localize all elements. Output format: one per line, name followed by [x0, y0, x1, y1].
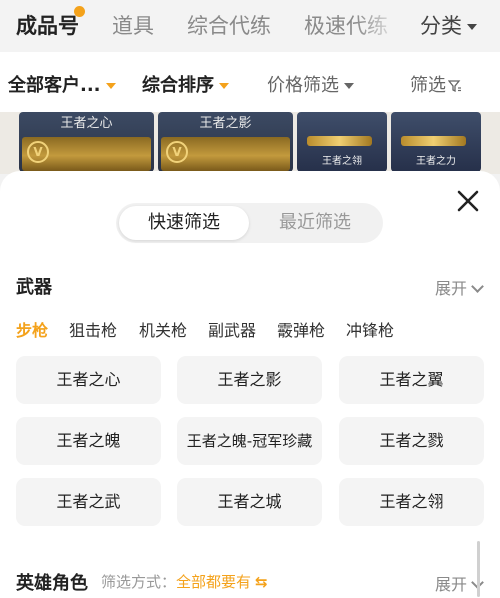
listing-card[interactable]: 王者之力 [391, 112, 481, 172]
tab-finished-accounts[interactable]: 成品号 [16, 10, 79, 40]
sort-dropdown[interactable]: 综合排序 [142, 71, 229, 97]
close-icon[interactable] [455, 188, 481, 214]
v-badge-icon: V [27, 141, 49, 163]
gun-name: 王者之翎 [322, 156, 362, 167]
weapon-category-rifle[interactable]: 步枪 [16, 317, 48, 341]
weapons-expand-button[interactable]: 展开 [435, 275, 484, 299]
card-title: 王者之心 [60, 116, 113, 131]
chevron-down-icon [471, 280, 484, 293]
scrollbar[interactable] [477, 541, 480, 597]
chevron-down-icon [105, 83, 116, 89]
filter-sheet: 快速筛选 最近筛选 武器 展开 步枪 狙击枪 机关枪 副武器 霰弹枪 冲锋枪 王… [0, 171, 500, 598]
listing-card[interactable]: 王者之心 V [19, 112, 154, 172]
weapon-chip[interactable]: 王者之武 [16, 478, 161, 526]
listing-strip: 王者之心 V 王者之影 V 王者之翎 王者之力 [0, 112, 500, 174]
weapon-category-secondary[interactable]: 副武器 [208, 317, 256, 341]
rifle-icon [307, 136, 372, 146]
filter-mode-toggle: 快速筛选 最近筛选 [116, 203, 383, 243]
chevron-down-icon [467, 24, 477, 30]
weapon-category-machine-gun[interactable]: 机关枪 [139, 317, 187, 341]
heroes-section-header: 英雄角色 筛选方式：全部都要有 ⇆ 展开 [0, 567, 500, 597]
heroes-section-title: 英雄角色 [16, 573, 88, 594]
weapon-chip[interactable]: 王者之翼 [339, 356, 484, 404]
swap-icon: ⇆ [255, 573, 268, 591]
filter-button[interactable]: 筛选 [410, 71, 462, 97]
weapon-chip[interactable]: 王者之魄 [16, 417, 161, 465]
tab-items[interactable]: 道具 [112, 10, 154, 40]
weapon-chip[interactable]: 王者之魄-冠军珍藏 [177, 417, 322, 465]
chevron-down-icon [344, 83, 354, 89]
weapon-chip[interactable]: 王者之戮 [339, 417, 484, 465]
filter-bar: 全部客户... 综合排序 价格筛选 筛选 [0, 52, 500, 112]
listing-card[interactable]: 王者之翎 [297, 112, 387, 172]
weapon-category-sniper[interactable]: 狙击枪 [69, 317, 117, 341]
heroes-expand-button[interactable]: 展开 [435, 571, 484, 595]
notification-dot [74, 6, 85, 17]
price-filter[interactable]: 价格筛选 [267, 71, 354, 97]
top-category-tabs: 成品号 道具 综合代练 极速代练 分类 [0, 0, 500, 52]
weapon-chip[interactable]: 王者之心 [16, 356, 161, 404]
chevron-down-icon [219, 83, 229, 89]
card-title: 王者之影 [199, 116, 252, 131]
tab-recent-filter[interactable]: 最近筛选 [250, 206, 380, 240]
gun-name: 王者之力 [416, 156, 456, 167]
weapon-category-smg[interactable]: 冲锋枪 [346, 317, 394, 341]
weapon-chip[interactable]: 王者之影 [177, 356, 322, 404]
tab-quick-filter[interactable]: 快速筛选 [119, 206, 249, 240]
v-badge-icon: V [166, 141, 188, 163]
tab-comprehensive-boosting[interactable]: 综合代练 [187, 10, 271, 40]
weapons-section-title: 武器 [16, 277, 52, 298]
customer-filter[interactable]: 全部客户... [8, 71, 116, 97]
rifle-icon [401, 136, 466, 146]
weapon-category-shotgun[interactable]: 霰弹枪 [277, 317, 325, 341]
funnel-icon [448, 80, 461, 93]
tab-categories[interactable]: 分类 [420, 10, 477, 40]
hero-filter-mode[interactable]: 筛选方式：全部都要有 ⇆ [101, 571, 268, 592]
weapon-chip[interactable]: 王者之翎 [339, 478, 484, 526]
tab-fade-overlay [355, 0, 403, 52]
weapon-chip[interactable]: 王者之城 [177, 478, 322, 526]
listing-card[interactable]: 王者之影 V [158, 112, 293, 172]
